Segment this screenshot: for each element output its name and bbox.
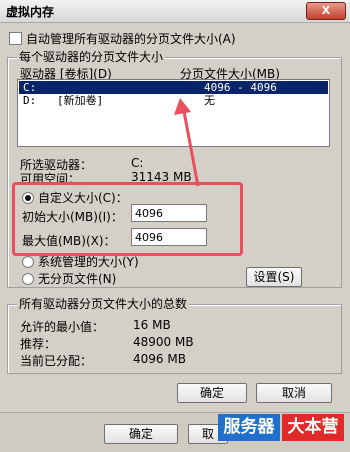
background-ok-button[interactable]: 确定 bbox=[104, 424, 178, 444]
allocated-label: 当前已分配： bbox=[20, 354, 93, 368]
total-group-title: 所有驱动器分页文件大小的总数 bbox=[17, 295, 190, 312]
min-value: 16 MB bbox=[133, 318, 171, 332]
min-label: 允许的最小值： bbox=[20, 320, 105, 334]
cancel-button[interactable]: 取消 bbox=[256, 383, 332, 403]
watermark-left: 服务器 bbox=[218, 414, 280, 441]
watermark-right: 大本营 bbox=[282, 414, 344, 441]
recommended-label: 推荐： bbox=[20, 337, 57, 351]
ok-button[interactable]: 确定 bbox=[177, 383, 247, 403]
recommended-value: 48900 MB bbox=[133, 335, 194, 349]
allocated-value: 4096 MB bbox=[133, 352, 186, 366]
